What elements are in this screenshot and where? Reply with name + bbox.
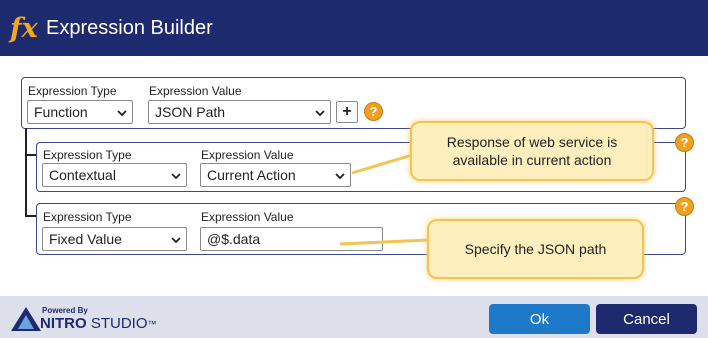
brand-name: NITRO STUDIO™ (40, 316, 157, 332)
callout-text: Specify the JSON path (464, 241, 607, 257)
brand-bold: NITRO (40, 315, 87, 332)
callout-json-path-info: Specify the JSON path (427, 219, 644, 279)
brand-rest: STUDIO (90, 315, 148, 332)
powered-by-label: Powered By (42, 306, 88, 315)
callout-response-info: Response of web service is available in … (410, 121, 654, 181)
trademark-symbol: ™ (147, 319, 157, 329)
cancel-button[interactable]: Cancel (596, 304, 697, 334)
callout-text: Response of web service is available in … (446, 134, 618, 168)
ok-button[interactable]: Ok (489, 304, 590, 334)
callout-pointer-response (351, 153, 413, 175)
callout-pointer-json-path (339, 238, 429, 246)
nitro-logo-icon (11, 307, 41, 331)
